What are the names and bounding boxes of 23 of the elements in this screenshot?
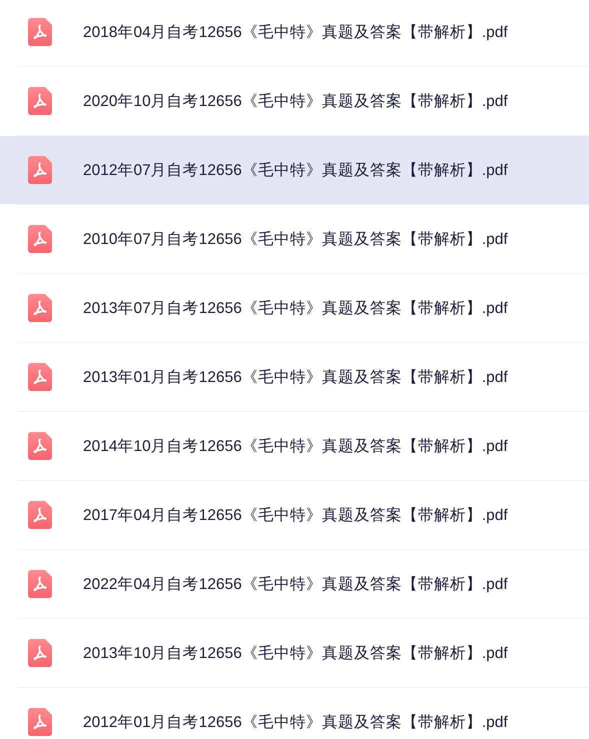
file-name: 2013年01月自考12656《毛中特》真题及答案【带解析】.pdf [83, 368, 508, 388]
file-name: 2017年04月自考12656《毛中特》真题及答案【带解析】.pdf [83, 506, 508, 526]
file-name: 2014年10月自考12656《毛中特》真题及答案【带解析】.pdf [83, 436, 508, 456]
file-name: 2013年07月自考12656《毛中特》真题及答案【带解析】.pdf [83, 298, 508, 318]
pdf-file-icon [28, 363, 52, 391]
pdf-file-icon [28, 570, 52, 598]
file-name: 2018年04月自考12656《毛中特》真题及答案【带解析】.pdf [83, 22, 508, 42]
file-row[interactable]: 2012年07月自考12656《毛中特》真题及答案【带解析】.pdf [0, 136, 589, 204]
file-name: 2020年10月自考12656《毛中特》真题及答案【带解析】.pdf [83, 92, 508, 112]
pdf-file-icon [28, 432, 52, 460]
pdf-file-icon [28, 225, 52, 253]
file-name: 2022年04月自考12656《毛中特》真题及答案【带解析】.pdf [83, 574, 508, 594]
file-name: 2013年10月自考12656《毛中特》真题及答案【带解析】.pdf [83, 644, 508, 664]
file-name: 2012年01月自考12656《毛中特》真题及答案【带解析】.pdf [83, 712, 508, 732]
file-name: 2012年07月自考12656《毛中特》真题及答案【带解析】.pdf [83, 160, 508, 180]
pdf-file-icon [28, 87, 52, 115]
file-name: 2010年07月自考12656《毛中特》真题及答案【带解析】.pdf [83, 230, 508, 250]
pdf-file-icon [28, 708, 52, 736]
pdf-file-icon [28, 18, 52, 46]
pdf-file-icon [28, 294, 52, 322]
pdf-file-icon [28, 156, 52, 184]
pdf-file-icon [28, 639, 52, 667]
pdf-file-icon [28, 501, 52, 529]
